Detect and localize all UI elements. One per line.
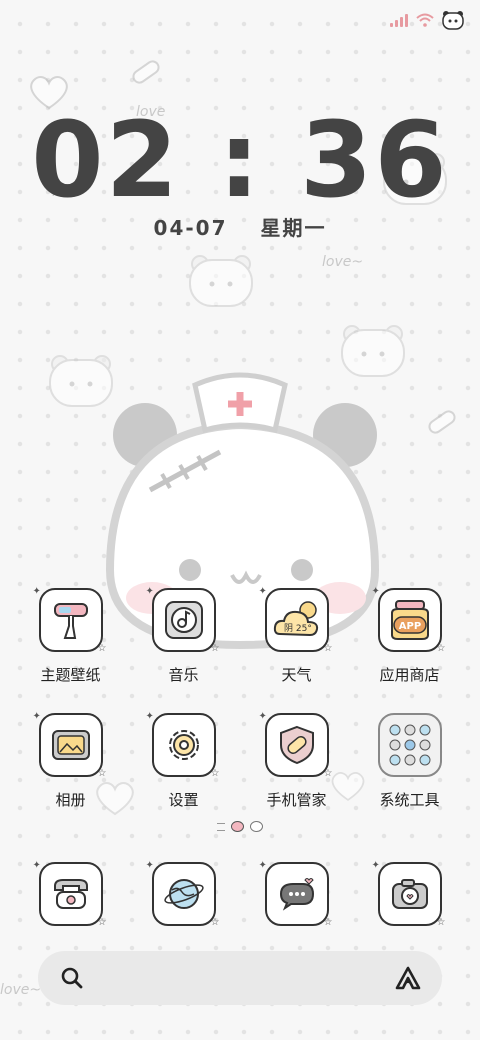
search-bar[interactable]: [38, 951, 442, 1005]
app-tile[interactable]: ✦ ☆: [33, 860, 107, 928]
folder-tools-icon: [389, 724, 430, 766]
app-tile[interactable]: ✦ ☆: [146, 586, 220, 654]
page-dot-active[interactable]: [231, 821, 244, 832]
gear-icon: [168, 730, 199, 760]
app-tile[interactable]: ✦ ☆: [33, 711, 107, 779]
app-label: 天气: [281, 666, 312, 684]
app-label: 相册: [55, 791, 86, 809]
paintbrush-icon: [53, 603, 88, 639]
status-bar: [390, 10, 464, 30]
app-settings[interactable]: ✦ ☆ 设置: [134, 711, 234, 810]
app-phone-manager[interactable]: ✦ ☆ 手机管家: [247, 711, 347, 810]
app-label: 音乐: [168, 666, 199, 684]
app-label: 系统工具: [379, 791, 440, 809]
dock-camera[interactable]: ✦ ☆: [360, 860, 460, 928]
app-tile[interactable]: ✦ ☆: [259, 711, 333, 779]
app-tile[interactable]: APP ✦ ☆: [372, 586, 446, 654]
weather-cloud-icon: 阴 25°: [273, 601, 318, 637]
app-music[interactable]: ✦ ☆ 音乐: [134, 586, 234, 685]
camera-icon: [391, 879, 428, 909]
page-dot[interactable]: [250, 821, 263, 832]
bandage-doodle-icon: [132, 60, 160, 84]
app-tile[interactable]: ✦ ☆: [146, 711, 220, 779]
photo-frame-icon: [51, 730, 90, 760]
weekday-text: 星期一: [260, 216, 327, 240]
weather-text: 阴 25°: [284, 623, 312, 634]
app-label: 主题壁纸: [40, 666, 101, 684]
dock: ✦ ☆ ✦ ☆ ✦ ☆ ✦ ☆: [0, 860, 480, 928]
app-tile[interactable]: 阴 25° ✦ ☆: [259, 586, 333, 654]
app-weather[interactable]: 阴 25° ✦ ☆ 天气: [247, 586, 347, 685]
dock-browser[interactable]: ✦ ☆: [134, 860, 234, 928]
app-row-1: ✦ ☆ 主题壁纸 ✦ ☆ 音乐 阴 25° ✦ ☆ 天气 APP ✦ ☆ 应用商…: [0, 586, 480, 685]
app-row-2: ✦ ☆ 相册 ✦ ☆ 设置 ✦ ☆ 手机管家 系统工具: [0, 711, 480, 810]
app-tile[interactable]: ✦ ☆: [259, 860, 333, 928]
bandage-doodle-icon: [428, 410, 456, 434]
phone-icon: [53, 879, 88, 909]
app-system-tools[interactable]: 系统工具: [360, 713, 460, 810]
date-row: 04-07 星期一: [0, 212, 480, 241]
app-tile[interactable]: ✦ ☆: [33, 586, 107, 654]
app-tile[interactable]: ✦ ☆: [146, 860, 220, 928]
love-doodle: love~: [0, 982, 42, 998]
app-label: 应用商店: [379, 666, 440, 684]
app-folder-tile[interactable]: [377, 713, 442, 777]
app-label: 手机管家: [266, 791, 327, 809]
music-record-icon: [164, 601, 203, 639]
signal-bars-icon: [390, 13, 408, 27]
app-gallery[interactable]: ✦ ☆ 相册: [21, 711, 121, 810]
page-indicator-menu-icon: [217, 822, 225, 831]
app-store[interactable]: APP ✦ ☆ 应用商店: [360, 586, 460, 685]
message-bubble-icon: [279, 878, 314, 911]
store-text: APP: [398, 621, 420, 632]
assistant-icon[interactable]: [394, 965, 422, 991]
globe-icon: [163, 879, 204, 909]
app-store-jar-icon: APP: [390, 600, 429, 640]
date-text: 04-07: [153, 216, 228, 240]
app-label: 设置: [168, 791, 199, 809]
search-icon[interactable]: [60, 966, 84, 990]
dock-phone[interactable]: ✦ ☆: [21, 860, 121, 928]
app-theme-wallpaper[interactable]: ✦ ☆ 主题壁纸: [21, 586, 121, 685]
bear-doodle-icon: [189, 255, 253, 307]
wifi-icon: [416, 13, 434, 27]
lock-clock-time[interactable]: 02 : 36: [0, 108, 480, 212]
panda-battery-icon: [442, 11, 464, 30]
dock-messages[interactable]: ✦ ☆: [247, 860, 347, 928]
app-tile[interactable]: ✦ ☆: [372, 860, 446, 928]
page-indicator[interactable]: [0, 821, 480, 832]
shield-bandage-icon: [279, 725, 314, 765]
love-doodle: love~: [322, 254, 364, 270]
